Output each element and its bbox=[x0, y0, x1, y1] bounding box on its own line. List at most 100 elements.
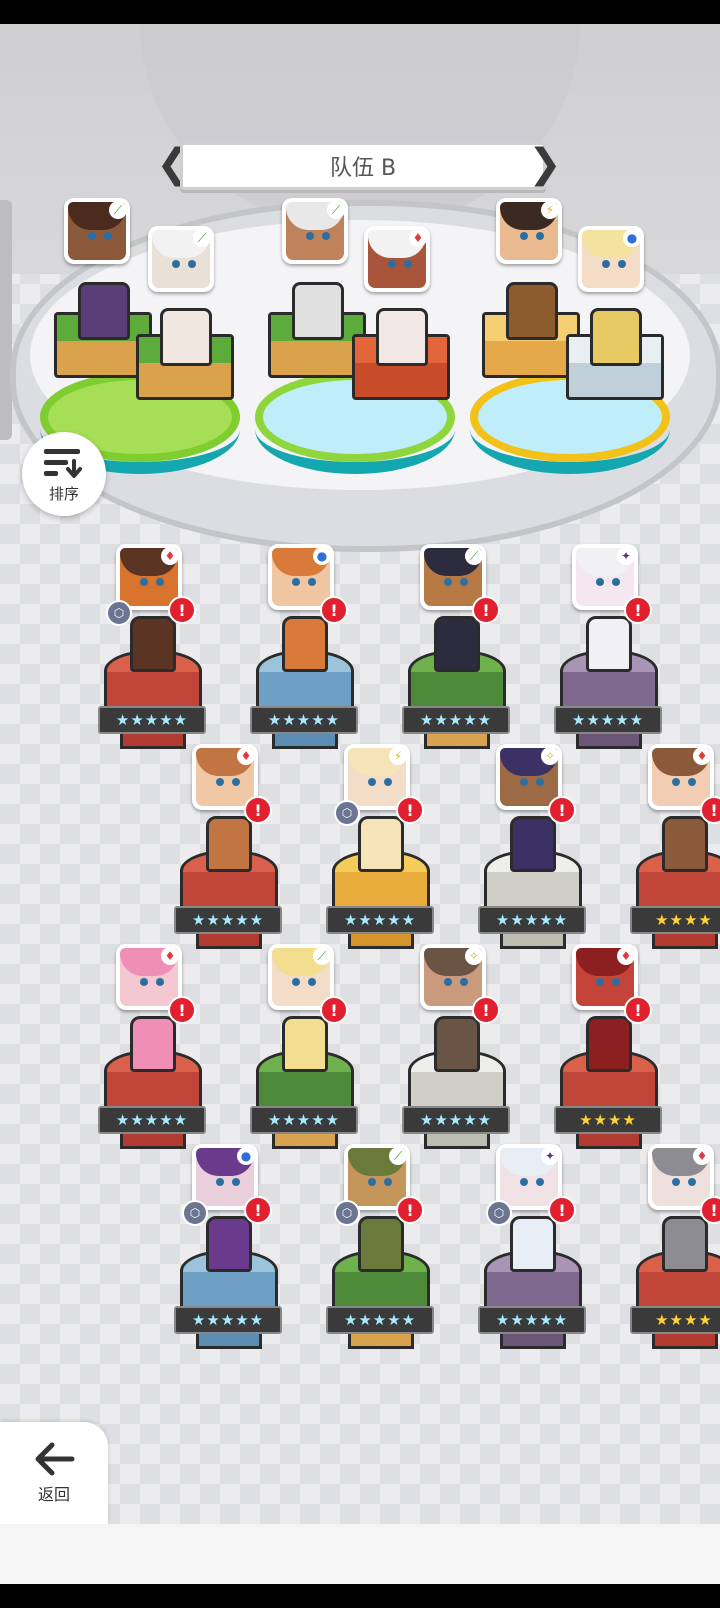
hero-sprite bbox=[206, 1216, 252, 1272]
hero-sprite bbox=[510, 1216, 556, 1272]
bottom-strip bbox=[0, 1524, 720, 1584]
alert-badge: ! bbox=[624, 996, 652, 1024]
alert-badge: ! bbox=[244, 796, 272, 824]
fire-element-icon: ♦ bbox=[693, 1147, 711, 1165]
sort-label: 排序 bbox=[48, 484, 79, 503]
hero-pedestal[interactable]: ★★★★★ bbox=[478, 816, 586, 966]
portrait-eye bbox=[368, 778, 376, 786]
star-rating: ★★★★★ bbox=[98, 1106, 206, 1134]
hero-portrait[interactable]: ● bbox=[578, 226, 644, 292]
alert-badge: ! bbox=[472, 596, 500, 624]
hero-portrait[interactable]: ⟋ bbox=[148, 226, 214, 292]
star-rating: ★★★★ bbox=[630, 906, 720, 934]
team-hero-sprite[interactable] bbox=[376, 308, 428, 366]
hero-portrait[interactable]: ⟋ bbox=[64, 198, 130, 264]
hero-portrait[interactable]: ⟋ bbox=[282, 198, 348, 264]
team-hero-sprite[interactable] bbox=[506, 282, 558, 340]
grass-element-icon: ⟋ bbox=[109, 201, 127, 219]
hero-pedestal[interactable]: ★★★★★ bbox=[250, 616, 358, 766]
hero-pedestal[interactable]: ★★★★★ bbox=[554, 616, 662, 766]
portrait-eye bbox=[536, 1178, 544, 1186]
pedestal-base bbox=[500, 932, 566, 949]
portrait-eye bbox=[520, 1178, 528, 1186]
alert-badge: ! bbox=[700, 796, 720, 824]
hero-pedestal[interactable]: ★★★★ bbox=[630, 1216, 720, 1366]
water-element-icon: ● bbox=[237, 1147, 255, 1165]
portrait-eye bbox=[612, 978, 620, 986]
alert-badge: ! bbox=[168, 596, 196, 624]
portrait-eye bbox=[308, 578, 316, 586]
portrait-eye bbox=[322, 232, 330, 240]
portrait-eye bbox=[520, 232, 528, 240]
electric-element-icon: ⚡ bbox=[541, 201, 559, 219]
pedestal-base bbox=[272, 1132, 338, 1149]
hero-pedestal[interactable]: ★★★★★ bbox=[326, 1216, 434, 1366]
alert-badge: ! bbox=[700, 1196, 720, 1224]
hero-sprite bbox=[586, 616, 632, 672]
water-element-icon: ● bbox=[313, 547, 331, 565]
hero-sprite bbox=[510, 816, 556, 872]
pedestal-base bbox=[652, 1332, 718, 1349]
pedestal-base bbox=[120, 732, 186, 749]
dark-element-icon: ✦ bbox=[541, 1147, 559, 1165]
portrait-eye bbox=[536, 778, 544, 786]
team-hero-sprite[interactable] bbox=[160, 308, 212, 366]
hero-pedestal[interactable]: ★★★★ bbox=[630, 816, 720, 966]
star-rating: ★★★★★ bbox=[98, 706, 206, 734]
pedestal-base bbox=[424, 1132, 490, 1149]
hero-pedestal[interactable]: ★★★★★ bbox=[478, 1216, 586, 1366]
team-hero-sprite[interactable] bbox=[78, 282, 130, 340]
alert-badge: ! bbox=[548, 1196, 576, 1224]
fire-element-icon: ♦ bbox=[409, 229, 427, 247]
portrait-eye bbox=[404, 260, 412, 268]
hero-sprite bbox=[434, 616, 480, 672]
portrait-eye bbox=[444, 578, 452, 586]
equipment-icon: ⬡ bbox=[182, 1200, 208, 1226]
hero-pedestal[interactable]: ★★★★ bbox=[554, 1016, 662, 1166]
hero-portrait[interactable]: ⚡ bbox=[496, 198, 562, 264]
star-rating: ★★★★ bbox=[554, 1106, 662, 1134]
portrait-eye bbox=[602, 260, 610, 268]
star-rating: ★★★★★ bbox=[326, 906, 434, 934]
hero-pedestal[interactable]: ★★★★★ bbox=[98, 1016, 206, 1166]
pedestal-base bbox=[272, 732, 338, 749]
alert-badge: ! bbox=[624, 596, 652, 624]
team-hero-sprite[interactable] bbox=[292, 282, 344, 340]
hero-pedestal[interactable]: ★★★★★ bbox=[250, 1016, 358, 1166]
hero-pedestal[interactable]: ★★★★★ bbox=[402, 1016, 510, 1166]
hero-sprite bbox=[586, 1016, 632, 1072]
star-rating: ★★★★★ bbox=[478, 1306, 586, 1334]
portrait-eye bbox=[672, 1178, 680, 1186]
portrait-eye bbox=[460, 578, 468, 586]
team-hero-sprite[interactable] bbox=[590, 308, 642, 366]
portrait-eye bbox=[520, 778, 528, 786]
hero-portrait[interactable]: ♦ bbox=[364, 226, 430, 292]
portrait-eye bbox=[384, 1178, 392, 1186]
fire-element-icon: ♦ bbox=[693, 747, 711, 765]
hero-sprite bbox=[282, 616, 328, 672]
alert-badge: ! bbox=[168, 996, 196, 1024]
sort-button[interactable]: 排序 bbox=[22, 432, 106, 516]
portrait-eye bbox=[672, 778, 680, 786]
portrait-eye bbox=[688, 1178, 696, 1186]
portrait-eye bbox=[460, 978, 468, 986]
electric-element-icon: ⚡ bbox=[389, 747, 407, 765]
equipment-icon: ⬡ bbox=[334, 800, 360, 826]
portrait-eye bbox=[384, 778, 392, 786]
alert-badge: ! bbox=[244, 1196, 272, 1224]
back-button[interactable]: 返回 bbox=[0, 1422, 108, 1524]
next-team-arrow-icon[interactable]: ❯ bbox=[528, 140, 562, 188]
alert-badge: ! bbox=[472, 996, 500, 1024]
star-rating: ★★★★ bbox=[630, 1306, 720, 1334]
hero-sprite bbox=[130, 616, 176, 672]
equipment-icon: ⬡ bbox=[106, 600, 132, 626]
hero-pedestal[interactable]: ★★★★★ bbox=[174, 1216, 282, 1366]
pedestal-base bbox=[576, 732, 642, 749]
hero-pedestal[interactable]: ★★★★★ bbox=[402, 616, 510, 766]
portrait-eye bbox=[306, 232, 314, 240]
hero-pedestal[interactable]: ★★★★★ bbox=[98, 616, 206, 766]
hero-pedestal[interactable]: ★★★★★ bbox=[174, 816, 282, 966]
portrait-eye bbox=[140, 578, 148, 586]
hero-pedestal[interactable]: ★★★★★ bbox=[326, 816, 434, 966]
star-rating: ★★★★★ bbox=[174, 1306, 282, 1334]
